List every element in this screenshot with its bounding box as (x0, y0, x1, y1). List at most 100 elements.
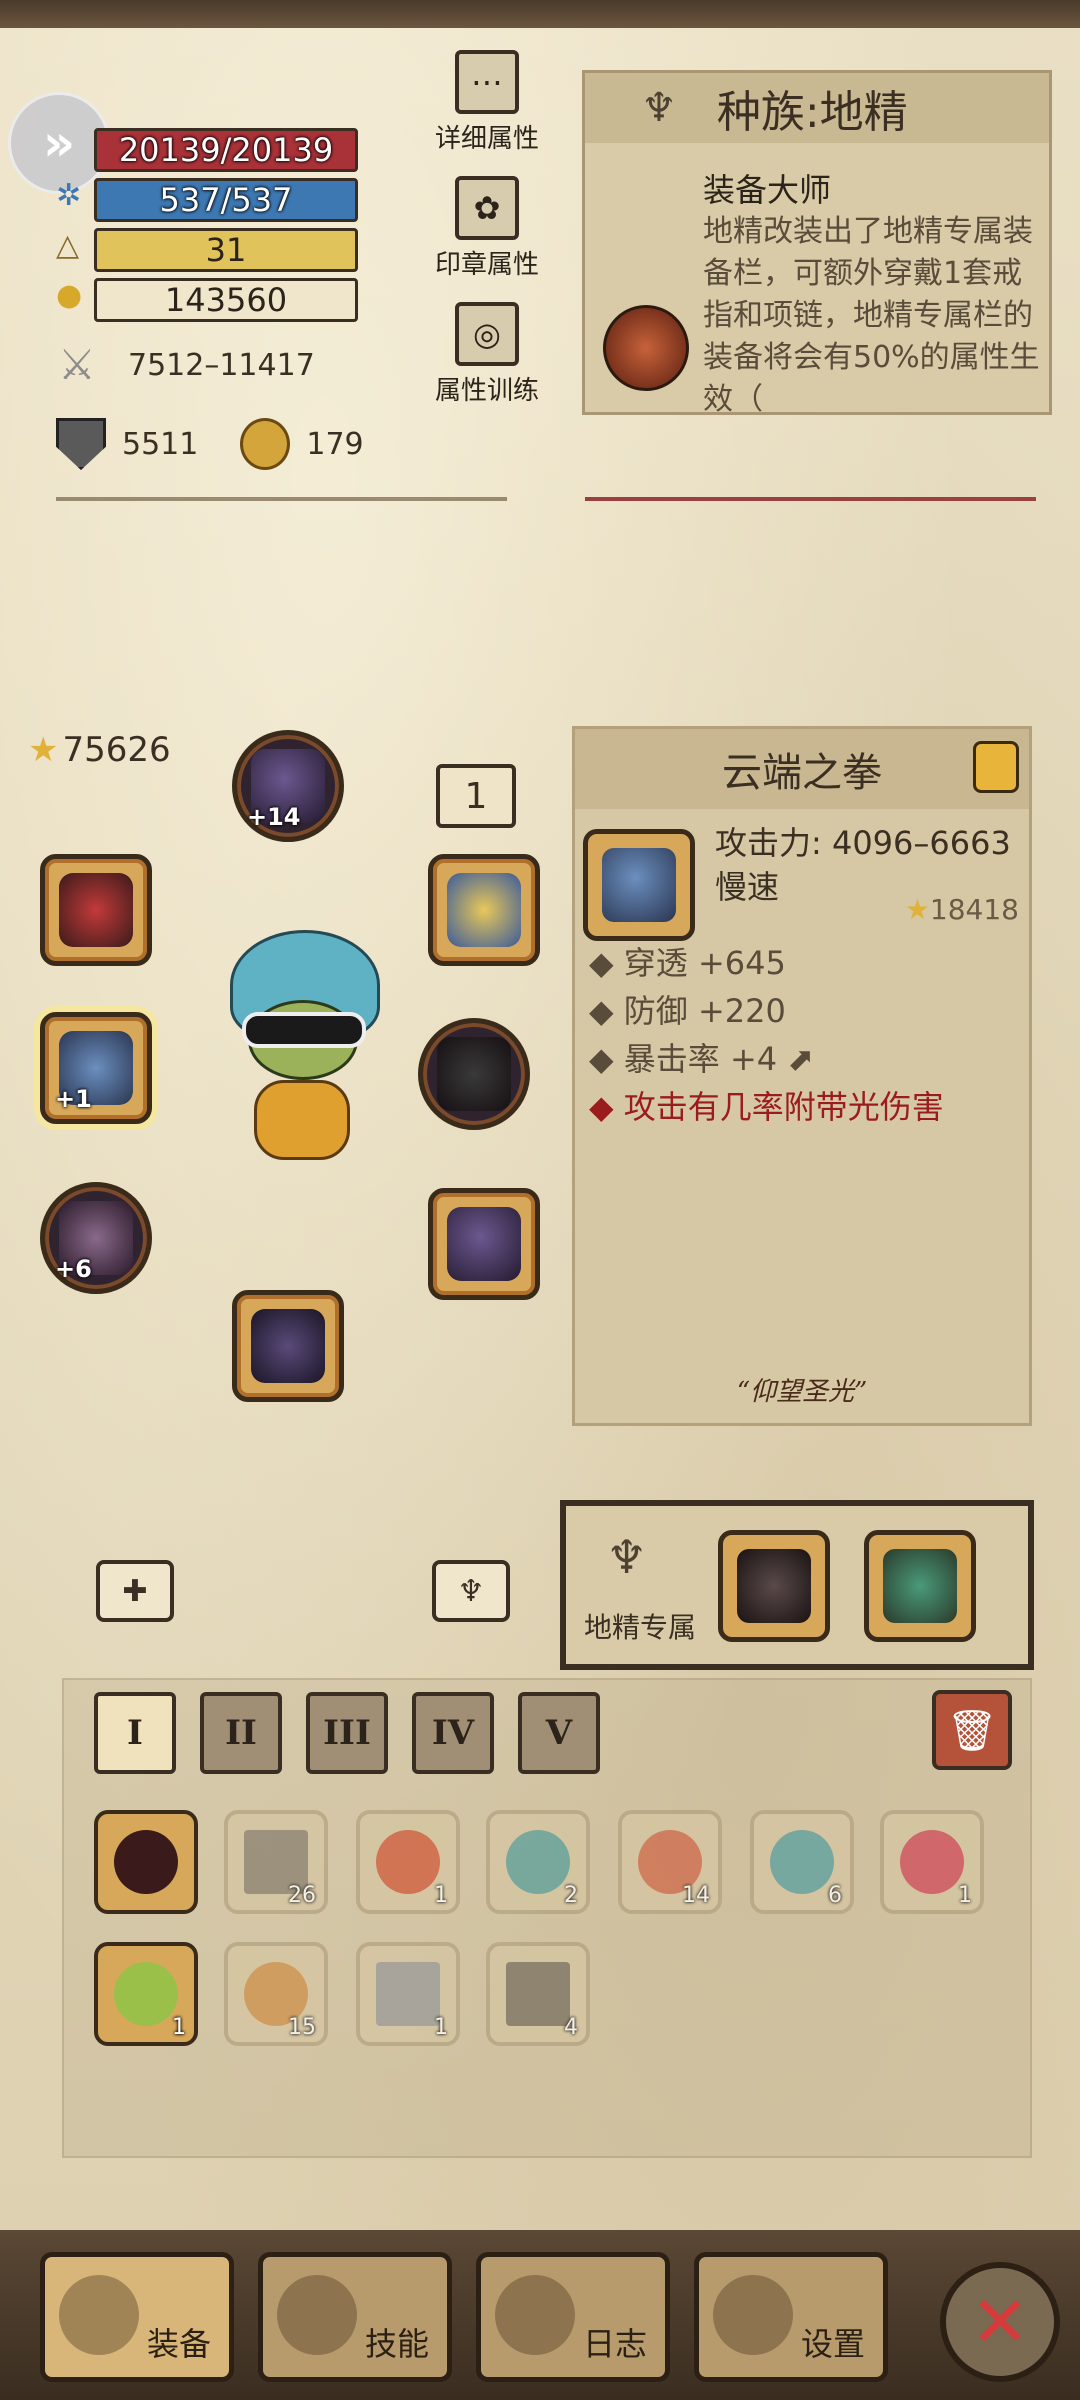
key-icon (240, 418, 291, 470)
item-stat-row: ◆ 攻击有几率附带光伤害 (589, 1088, 944, 1126)
inventory-item[interactable] (94, 1810, 198, 1914)
inventory-item[interactable]: 1 (356, 1942, 460, 2046)
inventory-item[interactable]: 1 (94, 1942, 198, 2046)
cyan-potion-icon (770, 1830, 834, 1894)
race-title-bar: ♆ 种族:地精 (585, 73, 1049, 143)
weapon-slot[interactable]: +1 (40, 1012, 152, 1124)
hp-bar: 20139/20139 (94, 128, 358, 172)
nav-settings[interactable]: 设置 (694, 2252, 888, 2382)
seal-attributes-button[interactable]: ✿ 印章属性 (432, 176, 542, 281)
link-icon[interactable]: ⬈ (787, 1040, 814, 1078)
item-count: 4 (564, 2015, 578, 2040)
detail-attributes-label: 详细属性 (434, 124, 539, 154)
horned-emblem-icon: ♆ (457, 1573, 485, 1609)
tab-bag-1[interactable]: I (94, 1692, 176, 1774)
nav-equipment[interactable]: 装备 (40, 2252, 234, 2382)
nav-equipment-label: 装备 (146, 2325, 211, 2363)
hero-character (190, 930, 410, 1170)
inventory-item[interactable]: 26 (224, 1810, 328, 1914)
race-title: 种族:地精 (716, 87, 908, 138)
tab-bag-2[interactable]: II (200, 1692, 282, 1774)
item-count: 1 (172, 2015, 186, 2040)
detail-attributes-button[interactable]: ⋯ 详细属性 (432, 50, 542, 155)
trash-button[interactable]: 🗑 (932, 1690, 1012, 1770)
boots-slot[interactable] (232, 1290, 344, 1402)
attribute-training-button[interactable]: ◎ 属性训练 (432, 302, 542, 407)
lock-icon[interactable] (973, 741, 1019, 793)
plus-icon: ✚ (122, 1573, 148, 1609)
level-badge[interactable]: 1 (436, 764, 516, 828)
tab-bag-5[interactable]: V (518, 1692, 600, 1774)
horned-emblem-icon: ♆ (641, 85, 677, 131)
race-skill-name: 装备大师 (703, 171, 832, 209)
exclusive-necklace-slot[interactable] (864, 1530, 976, 1642)
add-button[interactable]: ✚ (96, 1560, 174, 1622)
seal-attributes-label: 印章属性 (434, 250, 539, 280)
horned-emblem-icon: ♆ (606, 1530, 648, 1584)
inventory-item[interactable]: 6 (750, 1810, 854, 1914)
gear-icon (713, 2275, 793, 2355)
armor-slot[interactable] (418, 1018, 530, 1130)
goblin-exclusive-panel: ♆ 地精专属 (560, 1500, 1034, 1670)
weapon-enhance: +1 (55, 1085, 92, 1113)
hero-glasses (242, 1012, 366, 1048)
shield-slot[interactable] (428, 854, 540, 966)
ankh-necklace-icon (883, 1549, 957, 1623)
tab-bag-4[interactable]: IV (412, 1692, 494, 1774)
item-count: 1 (434, 1883, 448, 1908)
item-stat-row: ◆ 防御 +220 (589, 992, 786, 1030)
race-toggle-button[interactable]: ♆ (432, 1560, 510, 1622)
item-stat-defense: 防御 +220 (623, 992, 786, 1030)
cloak-slot[interactable] (428, 1188, 540, 1300)
item-name: 云端之拳 (722, 750, 882, 796)
defense-value: 5511 (122, 426, 199, 462)
inventory-item[interactable]: 2 (486, 1810, 590, 1914)
defense-row: 5511 179 (56, 418, 364, 470)
nav-skills[interactable]: 技能 (258, 2252, 452, 2382)
exclusive-ring-slot[interactable] (718, 1530, 830, 1642)
attack-row: ⚔ 7512–11417 (52, 340, 315, 390)
tab-bag-3[interactable]: III (306, 1692, 388, 1774)
inventory-item[interactable]: 1 (356, 1810, 460, 1914)
nav-settings-label: 设置 (800, 2325, 865, 2363)
ore-icon (506, 1962, 570, 2026)
inventory-item[interactable]: 4 (486, 1942, 590, 2046)
item-title-bar: 云端之拳 (575, 729, 1029, 809)
hero-body (254, 1080, 350, 1160)
total-score: ★ 75626 (28, 730, 171, 770)
level-icon: △ (56, 228, 80, 263)
helmet-enhance: +14 (247, 803, 301, 831)
item-attack: 攻击力: 4096–6663 (715, 824, 1011, 862)
glove-slot[interactable]: +6 (40, 1182, 152, 1294)
item-score: ★18418 (905, 893, 1019, 926)
shield-item-icon (447, 873, 521, 947)
inventory-item[interactable]: 14 (618, 1810, 722, 1914)
attribute-training-label: 属性训练 (434, 376, 539, 406)
green-flask-icon (114, 1962, 178, 2026)
total-score-value: 75626 (62, 730, 171, 770)
necklace-slot[interactable] (40, 854, 152, 966)
nav-skills-label: 技能 (364, 2325, 429, 2363)
level-bar: 31 (94, 228, 358, 272)
star-icon: ★ (28, 730, 59, 770)
swords-icon: ⚔ (58, 340, 96, 389)
armor-icon (437, 1037, 511, 1111)
helmet-slot[interactable]: +14 (232, 730, 344, 842)
section-divider (56, 497, 1036, 501)
exclusive-label: 地精专属 (584, 1611, 697, 1644)
equipment-master-icon (603, 305, 689, 391)
item-quote: “仰望圣光” (736, 1377, 868, 1407)
hammer-icon (602, 848, 676, 922)
gold-bar: 143560 (94, 278, 358, 322)
item-special: 攻击有几率附带光伤害 (623, 1088, 944, 1126)
inventory-item[interactable]: 15 (224, 1942, 328, 2046)
race-panel[interactable]: ♆ 种族:地精 装备大师 地精改装出了地精专属装备栏，可额外穿戴1套戒指和项链，… (582, 70, 1052, 415)
item-count: 14 (682, 1883, 710, 1908)
inventory-item[interactable]: 1 (880, 1810, 984, 1914)
mana-icon: ✲ (56, 178, 82, 213)
close-button[interactable]: ✕ (940, 2262, 1060, 2382)
nav-log[interactable]: 日志 (476, 2252, 670, 2382)
skill-icon (277, 2275, 357, 2355)
item-stats: ◆ 穿透 +645 ◆ 防御 +220 ◆ 暴击率 +4 ⬈ ◆ 攻击有几率附带… (589, 939, 944, 1131)
item-stat-row: ◆ 暴击率 +4 ⬈ (589, 1040, 815, 1078)
